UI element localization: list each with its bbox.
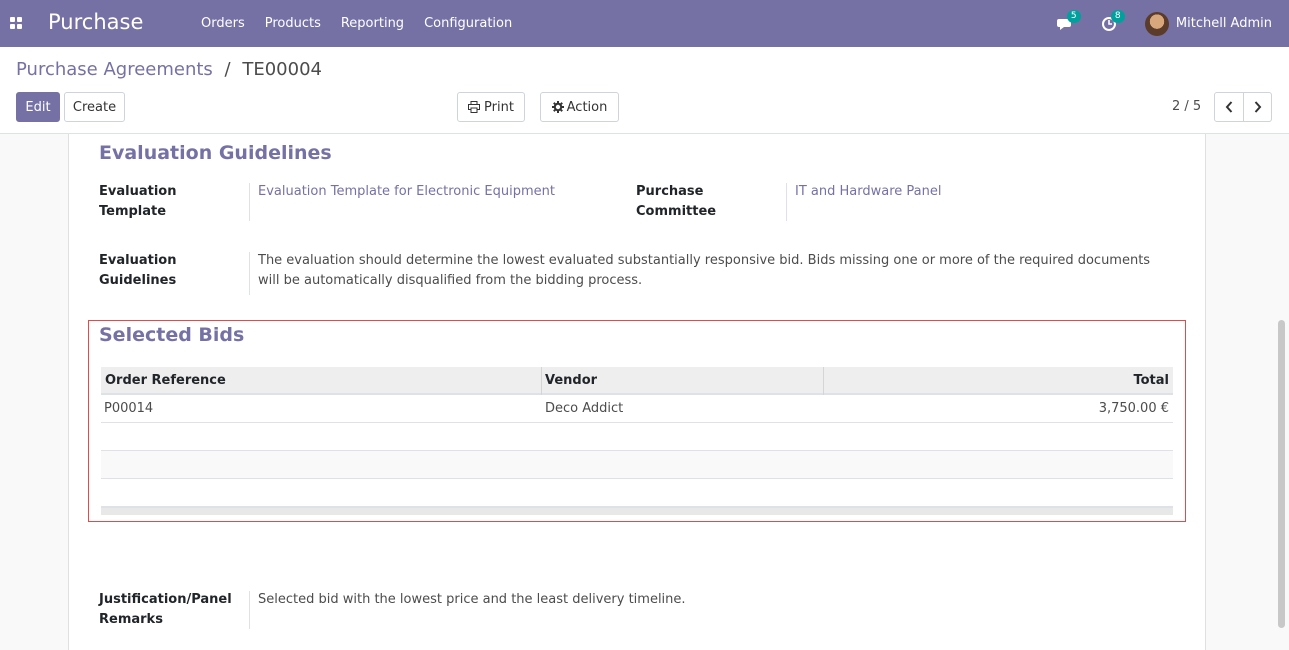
field-separator [249,183,250,221]
apps-menu-icon[interactable] [10,17,22,29]
column-separator [541,367,542,395]
justification-label: Justification/Panel Remarks [99,592,232,627]
cell-total: 3,750.00 € [1098,401,1169,416]
table-row[interactable]: P00014 Deco Addict 3,750.00 € [101,395,1173,423]
empty-row [101,423,1173,451]
column-total[interactable]: Total [1133,367,1169,395]
purchase-committee-value[interactable]: IT and Hardware Panel [795,182,941,202]
activities-badge: 8 [1110,9,1125,23]
column-order-reference[interactable]: Order Reference [105,367,226,395]
action-button[interactable]: Action [540,92,619,122]
activities-clock-icon[interactable]: 8 [1101,9,1125,32]
column-separator [823,367,824,395]
breadcrumb-current: TE00004 [242,59,322,80]
edit-button[interactable]: Edit [16,92,60,122]
menu-reporting[interactable]: Reporting [331,0,414,47]
menu-configuration[interactable]: Configuration [414,0,522,47]
pager-next-button[interactable] [1243,92,1272,122]
evaluation-guidelines-label: Evaluation Guidelines [99,253,177,288]
messages-badge: 5 [1066,9,1081,23]
cell-vendor: Deco Addict [545,401,624,416]
print-label: Print [484,99,514,115]
menu-products[interactable]: Products [255,0,331,47]
action-label: Action [566,99,608,115]
create-button[interactable]: Create [64,92,125,122]
cell-order-reference: P00014 [104,401,154,416]
selected-bids-title: Selected Bids [99,324,245,346]
pager-previous-button[interactable] [1214,92,1244,122]
messages-icon[interactable]: 5 [1056,9,1081,32]
print-button[interactable]: Print [457,92,525,122]
field-separator [786,183,787,221]
breadcrumb-parent[interactable]: Purchase Agreements [16,59,213,80]
evaluation-guidelines-value: The evaluation should determine the lowe… [258,253,1151,288]
justification-value: Selected bid with the lowest price and t… [258,592,686,607]
breadcrumb-separator: / [224,59,231,80]
selected-bids-table: Order Reference Vendor Total P00014 Deco… [101,367,1173,515]
column-vendor[interactable]: Vendor [545,367,597,395]
evaluation-guidelines-title: Evaluation Guidelines [99,142,332,164]
purchase-committee-label: Purchase Committee [636,184,717,219]
user-avatar[interactable] [1144,11,1169,36]
field-separator [249,252,250,295]
app-name[interactable]: Purchase [48,10,143,34]
scrollbar-thumb[interactable] [1278,320,1285,628]
user-name[interactable]: Mitchell Admin [1176,16,1272,31]
breadcrumb: Purchase Agreements / TE00004 [16,59,322,80]
evaluation-template-value[interactable]: Evaluation Template for Electronic Equip… [258,182,555,202]
table-footer [101,507,1173,515]
menu-orders[interactable]: Orders [191,0,255,47]
systray: 5 8 Mitchell Admin [1056,0,1289,47]
table-header: Order Reference Vendor Total [101,367,1173,395]
chevron-left-icon [1225,101,1233,113]
main-menu: Orders Products Reporting Configuration [191,0,522,47]
field-separator [249,591,250,629]
empty-row [101,451,1173,479]
pager-value[interactable]: 2 / 5 [1172,99,1201,114]
gear-icon [551,101,564,113]
print-icon [468,101,481,113]
top-navbar: Purchase Orders Products Reporting Confi… [0,0,1289,47]
chevron-right-icon [1254,101,1261,113]
evaluation-template-label: Evaluation Template [99,184,177,219]
empty-row [101,479,1173,507]
